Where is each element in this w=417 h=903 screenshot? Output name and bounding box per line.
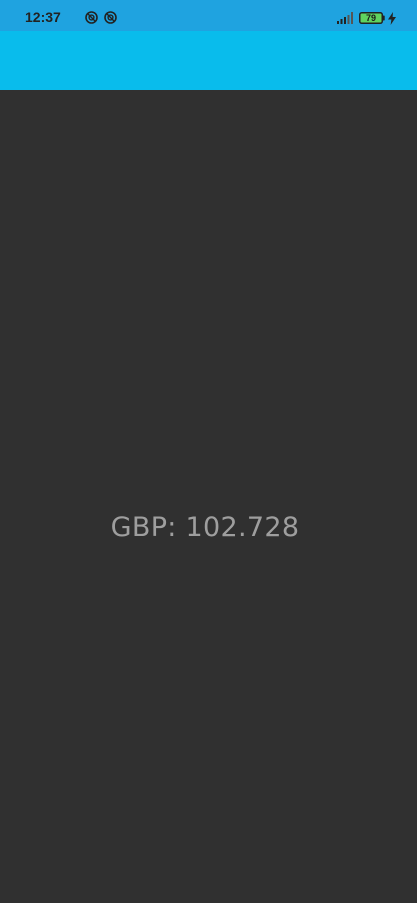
- charging-bolt-icon: [388, 12, 396, 25]
- signal-icon: [337, 12, 353, 24]
- gbp-rate-text: GBP: 102.728: [110, 512, 300, 543]
- battery-level: 79: [365, 13, 376, 23]
- main-content: GBP: 102.728: [0, 90, 417, 903]
- status-time: 12:37: [25, 9, 61, 25]
- app-bar: [0, 31, 417, 90]
- notification-circle-icon: [85, 11, 98, 24]
- notification-circle-icon: [104, 11, 117, 24]
- status-bar: 12:37 79: [0, 0, 417, 31]
